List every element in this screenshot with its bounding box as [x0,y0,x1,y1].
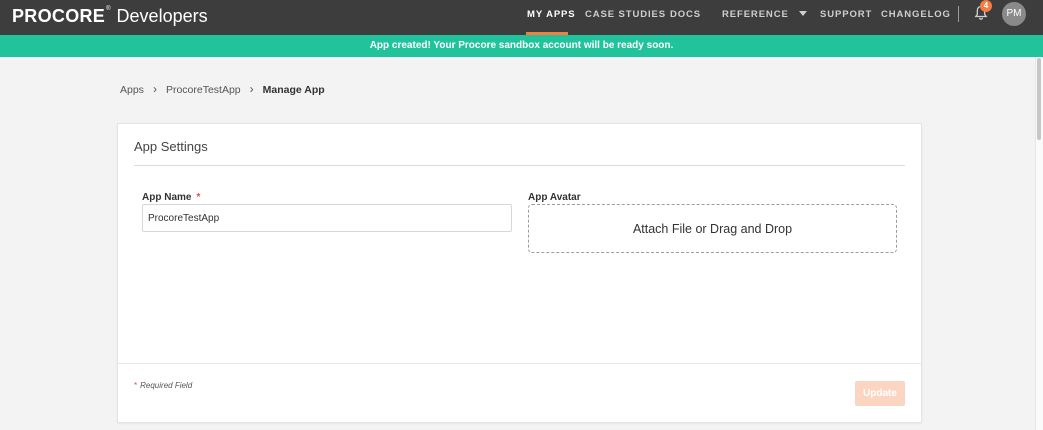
avatar[interactable]: PM [1002,2,1026,26]
card-divider [134,165,905,166]
breadcrumb: Apps › ProcoreTestApp › Manage App [120,82,325,97]
required-field-text: Required Field [140,381,193,390]
card-title: App Settings [134,139,208,154]
app-avatar-label: App Avatar [528,192,581,203]
nav-my-apps[interactable]: MY APPS [527,0,576,35]
chevron-right-icon: › [249,82,254,96]
breadcrumb-app[interactable]: ProcoreTestApp [166,84,241,96]
required-marker: * [134,381,138,390]
avatar-dropzone[interactable]: Attach File or Drag and Drop [528,204,897,253]
update-button[interactable]: Update [855,381,905,406]
brand-suffix: Developers [116,5,208,26]
card-footer-divider [118,363,921,364]
app-name-label: App Name * [142,192,200,203]
breadcrumb-apps[interactable]: Apps [120,84,144,96]
required-marker: * [196,192,201,203]
nav-divider [958,6,959,22]
nav-changelog[interactable]: CHANGELOG [881,0,951,35]
brand-logo[interactable]: PROCORE ® Developers [12,4,208,28]
dropzone-text: Attach File or Drag and Drop [632,221,793,236]
breadcrumb-current: Manage App [262,84,325,96]
app-settings-card: App Settings App Name * App Avatar Attach… [117,123,922,423]
app-name-label-text: App Name [142,192,192,203]
nav-reference-label: REFERENCE [722,9,789,20]
nav-case-studies[interactable]: CASE STUDIES [585,0,666,35]
nav-support[interactable]: SUPPORT [820,0,872,35]
brand-wordmark: PROCORE [12,5,106,26]
success-banner: App created! Your Procore sandbox accoun… [0,35,1043,57]
chevron-right-icon: › [152,82,157,96]
nav-docs[interactable]: DOCS [670,0,701,35]
scrollbar-thumb[interactable] [1037,58,1041,140]
top-nav: PROCORE ® Developers MY APPS CASE STUDIE… [0,0,1043,35]
chevron-down-icon [798,11,807,16]
app-name-input[interactable] [142,204,512,232]
notification-badge: 4 [980,0,992,12]
nav-reference[interactable]: REFERENCE [722,0,807,35]
required-field-note: * Required Field [134,381,192,390]
brand-registered-mark: ® [106,6,111,12]
